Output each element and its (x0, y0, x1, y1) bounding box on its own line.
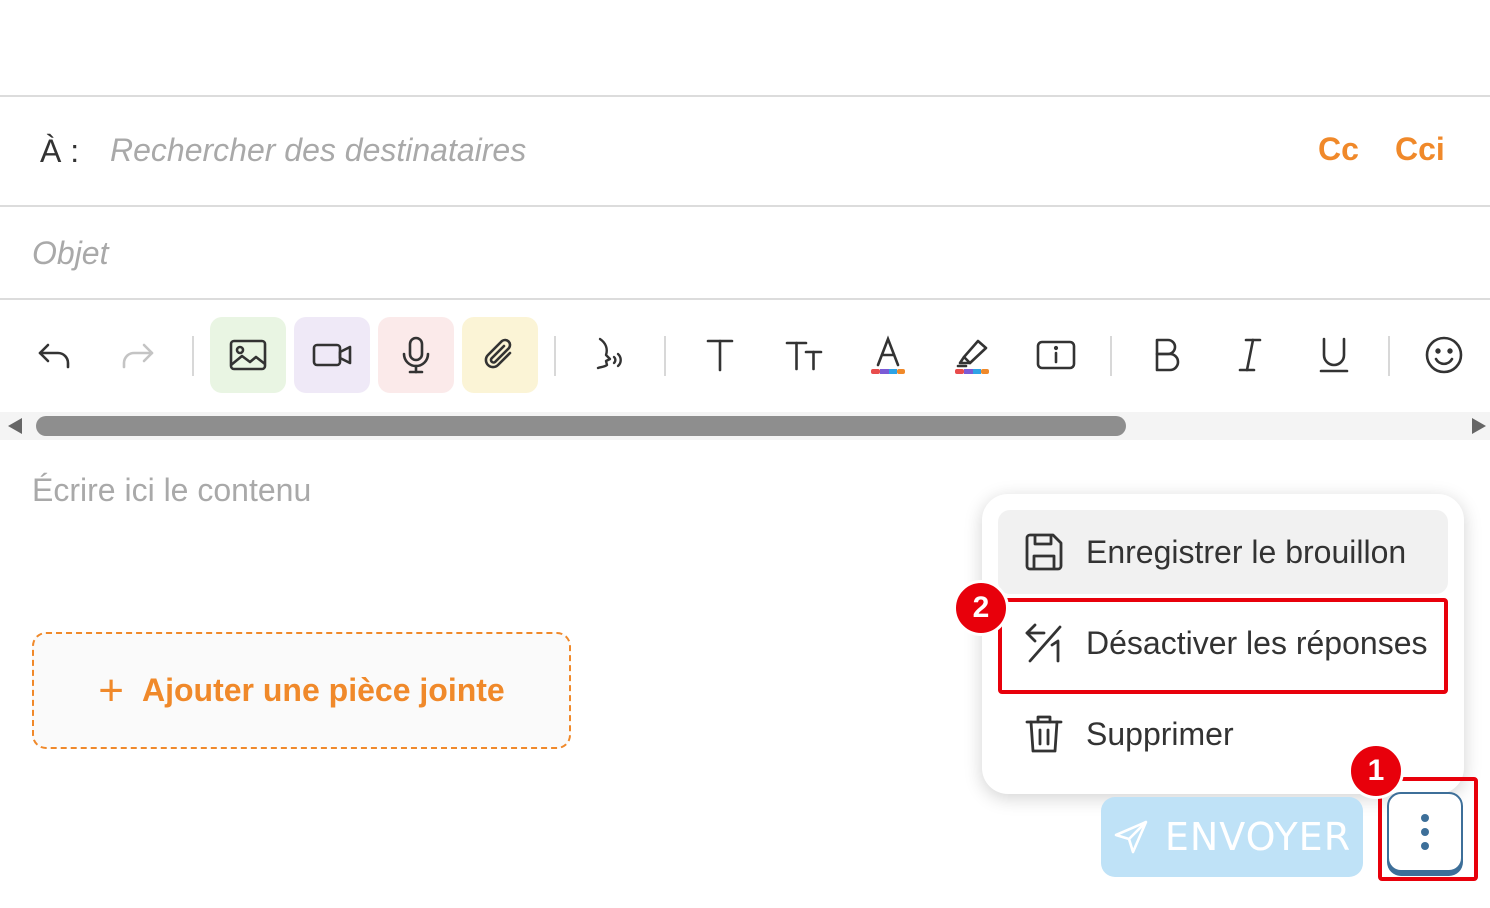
menu-item-save-draft[interactable]: Enregistrer le brouillon (998, 510, 1448, 594)
text-to-speech-button[interactable] (572, 317, 648, 393)
menu-item-label: Enregistrer le brouillon (1086, 533, 1407, 570)
toolbar-separator (1388, 336, 1390, 376)
text-size-icon (785, 341, 823, 371)
save-icon (1025, 533, 1063, 571)
toolbar-separator (192, 336, 194, 376)
annotation-badge: 1 (1348, 743, 1404, 799)
bold-icon (1155, 338, 1180, 372)
toolbar-separator (554, 336, 556, 376)
text-color-button[interactable] (850, 317, 926, 393)
emoji-icon (1425, 336, 1463, 374)
image-icon (229, 339, 267, 371)
record-audio-button[interactable] (378, 317, 454, 393)
paperclip-icon (484, 338, 512, 369)
subject-input[interactable] (32, 230, 1432, 276)
cc-button[interactable]: Cc (1318, 131, 1359, 168)
scrollbar-thumb[interactable] (36, 416, 1126, 436)
italic-button[interactable] (1212, 317, 1288, 393)
redo-button[interactable] (100, 317, 176, 393)
speech-icon (596, 337, 622, 370)
highlight-icon (955, 339, 989, 374)
attach-file-button[interactable] (462, 317, 538, 393)
formatting-toolbar (0, 302, 1490, 412)
text-color-icon (871, 335, 905, 374)
toolbar-separator (1110, 336, 1112, 376)
send-button[interactable]: ENVOYER (1101, 797, 1363, 877)
message-body-editor[interactable]: Écrire ici le contenu (32, 472, 311, 509)
toolbar-scrollbar[interactable] (0, 412, 1490, 440)
add-attachment-button[interactable]: + Ajouter une pièce jointe (32, 632, 571, 749)
divider (0, 205, 1490, 207)
highlight-button[interactable] (934, 317, 1010, 393)
underline-button[interactable] (1296, 317, 1372, 393)
recipients-row: À : Cc Cci (0, 97, 1490, 205)
add-attachment-label: Ajouter une pièce jointe (141, 672, 505, 708)
font-button[interactable] (682, 317, 758, 393)
compose-page: À : Cc Cci (0, 0, 1490, 908)
microphone-icon (402, 336, 430, 374)
annotation-badge: 2 (953, 580, 1009, 636)
bold-button[interactable] (1128, 317, 1204, 393)
send-icon (1114, 820, 1148, 854)
insert-video-button[interactable] (294, 317, 370, 393)
bcc-button[interactable]: Cci (1395, 131, 1445, 168)
scroll-right-arrow-icon[interactable] (1472, 418, 1486, 434)
recipients-search-input[interactable] (110, 127, 1260, 173)
insert-image-button[interactable] (210, 317, 286, 393)
italic-icon (1238, 338, 1262, 372)
trash-icon (1025, 715, 1063, 753)
divider (0, 298, 1490, 300)
font-size-button[interactable] (766, 317, 842, 393)
redo-icon (122, 343, 154, 369)
scroll-left-arrow-icon[interactable] (8, 418, 22, 434)
emoji-button[interactable] (1406, 317, 1482, 393)
info-box-icon (1036, 340, 1076, 370)
underline-icon (1319, 337, 1349, 373)
video-icon (312, 343, 352, 367)
text-icon (706, 339, 734, 372)
to-label: À : (40, 133, 80, 169)
plus-icon: + (98, 665, 124, 715)
toolbar-separator (664, 336, 666, 376)
undo-button[interactable] (16, 317, 92, 393)
annotation-highlight-box (998, 598, 1448, 694)
undo-icon (38, 343, 70, 369)
send-label: ENVOYER (1164, 815, 1352, 859)
menu-item-label: Supprimer (1086, 715, 1234, 752)
info-box-button[interactable] (1018, 317, 1094, 393)
